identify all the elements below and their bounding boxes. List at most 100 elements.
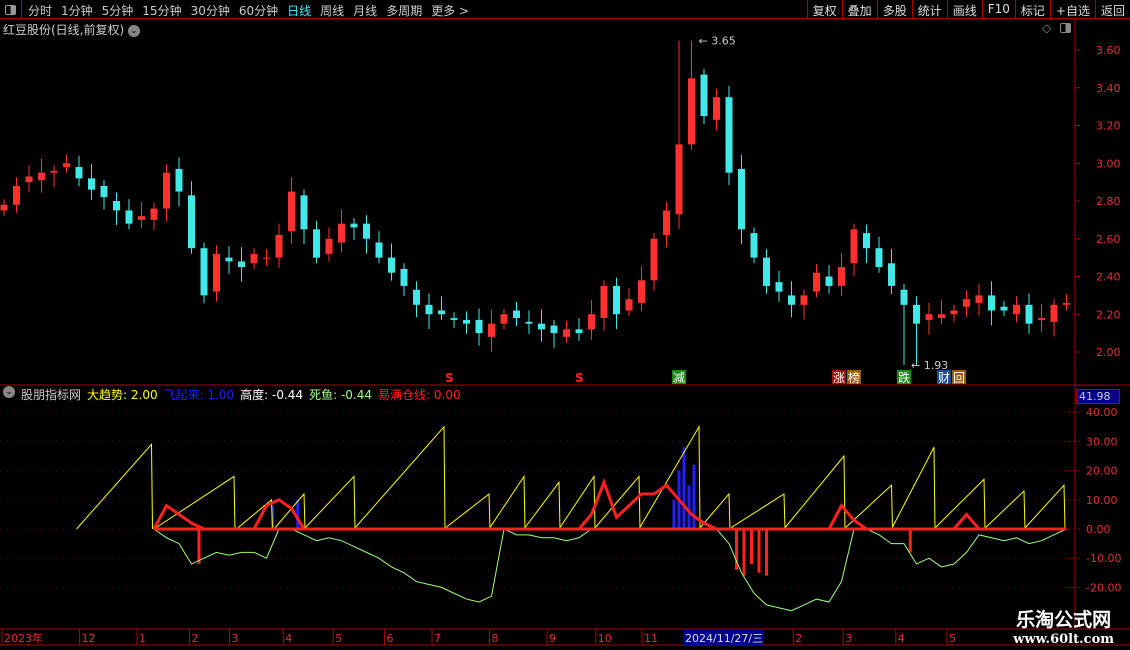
candle-body xyxy=(538,323,545,330)
date-label: 3 xyxy=(232,632,239,645)
candle-body xyxy=(100,185,108,198)
candle-body xyxy=(300,195,308,230)
date-label: 3 xyxy=(845,632,852,645)
candle-body xyxy=(1038,318,1045,320)
candle-body xyxy=(13,185,20,205)
candle-body xyxy=(688,78,695,145)
candle-body xyxy=(413,289,420,305)
price-tick-label: 2.60 xyxy=(1096,233,1121,246)
candle-body xyxy=(75,167,83,179)
blue-bar xyxy=(692,464,696,529)
candle-body xyxy=(288,191,295,232)
date-label: 2 xyxy=(192,632,199,645)
price-tick-label: 2.80 xyxy=(1096,195,1121,208)
watermark-url: www.60lt.com xyxy=(1013,632,1114,647)
candle-body xyxy=(50,170,58,173)
date-cursor-label: 2024/11/27/三 xyxy=(685,632,763,645)
candle-body xyxy=(825,276,833,286)
candle-body xyxy=(963,299,970,307)
candle-body xyxy=(125,210,133,224)
date-label: 10 xyxy=(598,632,612,645)
signal-badge-text: 跌 xyxy=(898,370,910,385)
high-price-label: ← 3.65 xyxy=(699,35,736,48)
candle-body xyxy=(350,223,358,228)
candle-body xyxy=(775,282,783,292)
trend-line xyxy=(76,424,1066,530)
ind-tick-label: 40.00 xyxy=(1086,406,1118,419)
candle-body xyxy=(250,253,258,264)
candle-body xyxy=(763,257,770,286)
candle-body xyxy=(700,74,708,117)
date-label: 2 xyxy=(795,632,802,645)
candle-body xyxy=(663,210,670,235)
ind-tick-label: 30.00 xyxy=(1086,435,1118,448)
full-position-line xyxy=(152,477,1067,531)
candle-body xyxy=(875,248,883,268)
candle-body xyxy=(363,223,370,239)
sell-signal-marker: S xyxy=(575,371,584,385)
price-tick-label: 2.40 xyxy=(1096,271,1121,284)
dead-fish-line xyxy=(153,528,1067,612)
watermark: 乐淘公式网 www.60lt.com xyxy=(1013,605,1114,647)
candle-body xyxy=(213,253,220,292)
candle-body xyxy=(225,257,233,262)
price-tick-label: 3.60 xyxy=(1096,44,1121,57)
candle-body xyxy=(1013,304,1020,315)
date-label: 8 xyxy=(492,632,499,645)
candle-body xyxy=(275,234,283,258)
candle-body xyxy=(913,304,920,324)
signal-badge-text: 榜 xyxy=(848,370,860,385)
date-label: 1 xyxy=(139,632,146,645)
candle-body xyxy=(150,208,158,220)
ind-tick-label: 10.00 xyxy=(1086,494,1118,507)
candle-body xyxy=(575,329,583,334)
date-label: 2023年 xyxy=(4,631,43,645)
candle-body xyxy=(900,289,908,305)
candle-body xyxy=(950,310,958,315)
ind-tick-label: 0.00 xyxy=(1086,523,1111,536)
candle-body xyxy=(325,238,333,254)
candle-body xyxy=(488,323,495,337)
candle-body xyxy=(625,299,633,311)
candle-body xyxy=(0,204,8,211)
date-label: 7 xyxy=(434,632,441,645)
candle-body xyxy=(788,295,795,305)
date-label: 9 xyxy=(549,632,556,645)
candle-body xyxy=(525,321,533,324)
candle-body xyxy=(1000,306,1008,311)
candle-body xyxy=(513,310,520,319)
candle-body xyxy=(400,268,408,286)
candle-body xyxy=(650,238,658,281)
candle-body xyxy=(600,285,608,319)
date-label: 5 xyxy=(335,632,342,645)
candle-body xyxy=(738,168,745,230)
candle-body xyxy=(713,97,720,120)
candle-body xyxy=(675,144,683,215)
candle-body xyxy=(1063,302,1070,305)
candle-body xyxy=(1050,304,1058,322)
candle-body xyxy=(113,201,120,211)
signal-badge-text: 减 xyxy=(673,371,685,385)
price-tick-label: 3.00 xyxy=(1096,157,1121,170)
candle-body xyxy=(475,319,483,334)
candle-body xyxy=(163,172,170,209)
ind-tick-label: 20.00 xyxy=(1086,465,1118,478)
date-label: 4 xyxy=(285,632,292,645)
watermark-title: 乐淘公式网 xyxy=(1016,609,1112,631)
ind-tick-label: -20.00 xyxy=(1086,581,1121,594)
red-bar xyxy=(908,529,912,553)
red-bar xyxy=(750,529,753,565)
ind-tick-label: -10.00 xyxy=(1086,552,1121,565)
red-bar xyxy=(757,529,761,573)
red-bar xyxy=(742,529,746,576)
candle-body xyxy=(438,310,445,315)
candle-body xyxy=(800,295,808,305)
candle-body xyxy=(988,295,995,311)
date-label: 6 xyxy=(387,632,394,645)
candle-body xyxy=(1025,304,1033,324)
blue-bar xyxy=(672,499,676,529)
chart-canvas[interactable]: 2.002.202.402.602.803.003.203.403.60 40.… xyxy=(0,0,1130,650)
candle-body xyxy=(263,257,270,259)
candle-body xyxy=(200,248,208,296)
candle-body xyxy=(138,216,145,220)
